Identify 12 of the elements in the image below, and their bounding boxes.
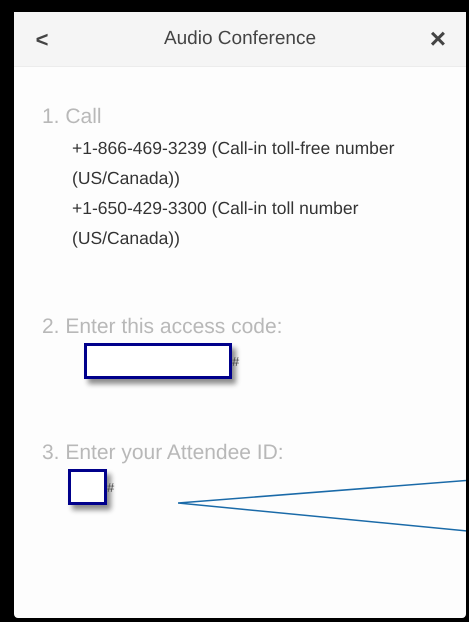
back-button[interactable]: < xyxy=(30,22,54,56)
code-field[interactable] xyxy=(68,469,107,505)
code-field[interactable] xyxy=(84,343,232,379)
pound-sign: # xyxy=(232,355,240,369)
close-button[interactable]: × xyxy=(426,25,450,53)
window-title: Audio Conference xyxy=(164,26,316,51)
step-label: 3. Enter your Attendee ID: xyxy=(42,440,285,466)
phone-number: +1-650-429-3300 (Call-in toll number (US/Canada)) xyxy=(72,197,360,250)
pound-sign: # xyxy=(107,481,114,495)
step-label: 1. Call xyxy=(42,104,103,130)
step-label: 2. Enter this access code: xyxy=(42,314,284,340)
phone-number: +1-866-469-3239 (Call-in toll-free number (US/Canada)) xyxy=(72,137,396,190)
